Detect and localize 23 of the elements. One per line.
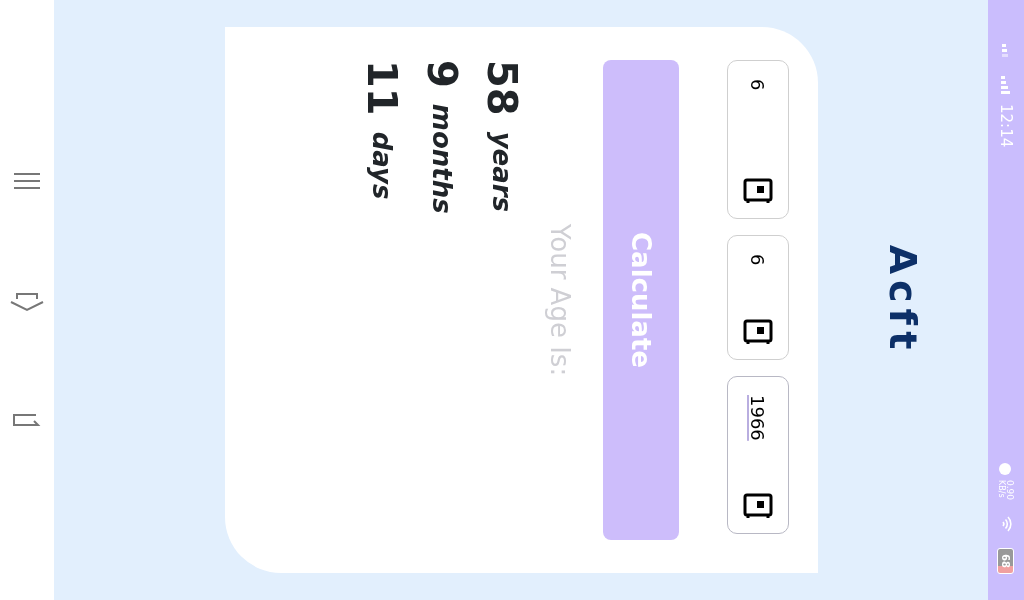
signal-icon [1002, 44, 1010, 58]
result-value: 58 [478, 60, 526, 116]
date-input-field[interactable]: 1966 [727, 376, 789, 534]
result-unit: days [366, 131, 399, 200]
wifi-icon [1000, 516, 1012, 533]
date-input-field[interactable]: 6 [727, 60, 789, 219]
calendar-icon[interactable] [743, 177, 773, 203]
calendar-icon[interactable] [743, 318, 773, 344]
clock-time: 12:14 [996, 104, 1017, 148]
net-speed: 0.90 [1005, 480, 1015, 501]
result-value: 11 [358, 60, 406, 116]
result-unit: months [426, 103, 459, 214]
result-unit: years [486, 131, 519, 213]
app-title: Acft [880, 244, 927, 356]
signal-icon [1001, 76, 1011, 96]
date-input-field[interactable]: 6 [727, 235, 789, 360]
menu-icon[interactable] [13, 170, 41, 191]
home-icon[interactable] [9, 292, 45, 312]
net-speed-unit: KB/s [997, 480, 1006, 500]
calendar-icon[interactable] [743, 492, 773, 518]
alarm-icon [999, 462, 1013, 477]
battery-level: 68 [997, 548, 1015, 574]
result-value: 9 [418, 60, 466, 88]
